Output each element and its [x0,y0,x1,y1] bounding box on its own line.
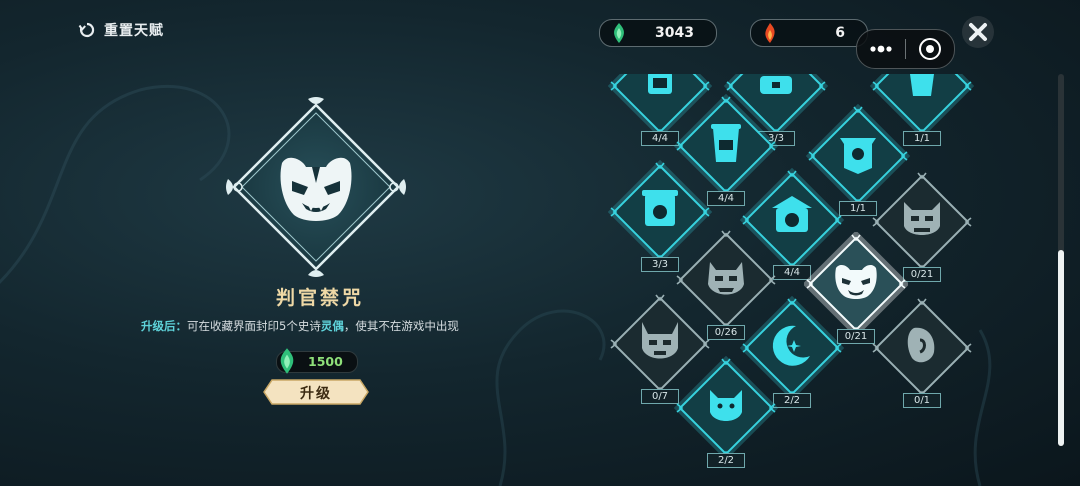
reset-talent-label: 重置天赋 [104,23,164,39]
talent-node-stone[interactable]: 0/1 [870,296,974,408]
talent-node-cat[interactable]: 2/2 [673,355,779,468]
desc-main: 可在收藏界面封印5个史诗 [187,319,321,333]
green-flame-gem-icon [614,23,624,43]
talent-node-count: 0/21 [903,267,941,282]
desc-suffix: ，使其不在游戏中出现 [343,319,459,333]
talent-title: 判官禁咒 [275,287,364,309]
desc-prefix: 升级后： [141,319,187,333]
desc-highlight: 灵偶 [320,319,344,333]
talent-node-count: 2/2 [707,453,745,468]
close-button[interactable] [962,16,994,48]
scrollbar-thumb[interactable] [1058,250,1064,446]
chest-icon [760,76,792,94]
miniprogram-capsule [856,29,955,69]
selected-talent-emblem [226,97,406,277]
red-flame-icon [765,23,775,43]
talent-grid: 4/4 3/3 1/1 4/4 1/1 3/3 4/4 0/21 0/26 0/21 0/7 2/2 0… [600,74,1040,486]
green-flame-gem-icon [280,348,294,374]
upgrade-button[interactable]: 升级 [262,378,370,406]
reset-icon [78,22,95,38]
capsule-divider [905,39,906,59]
gem-counter: 3043 [599,19,717,47]
close-icon [969,23,987,41]
fire-counter: 6 [750,19,868,47]
talent-node-frame [673,355,779,461]
banner-icon [840,138,876,174]
cup-icon [910,74,934,96]
talent-node-count: 2/2 [773,393,811,408]
upgrade-label: 升级 [300,386,332,402]
talent-description: 升级后：可在收藏界面封印5个史诗灵偶，使其不在游戏中出现 [141,318,501,335]
talent-node-count: 0/1 [903,393,941,408]
upgrade-cost: 1500 [276,348,358,374]
fire-value: 6 [835,25,845,41]
gem-value: 3043 [655,25,694,41]
signboard-icon [642,190,678,226]
drink-cup-icon [711,124,741,162]
exit-circle-icon[interactable] [905,30,953,68]
reset-talent-button[interactable]: 重置天赋 [78,20,164,40]
talent-node-frame [872,298,972,398]
upgrade-cost-value: 1500 [308,354,343,369]
judge-mask-icon [280,157,352,221]
tome-icon [648,74,672,94]
more-options-icon[interactable] [857,30,905,68]
